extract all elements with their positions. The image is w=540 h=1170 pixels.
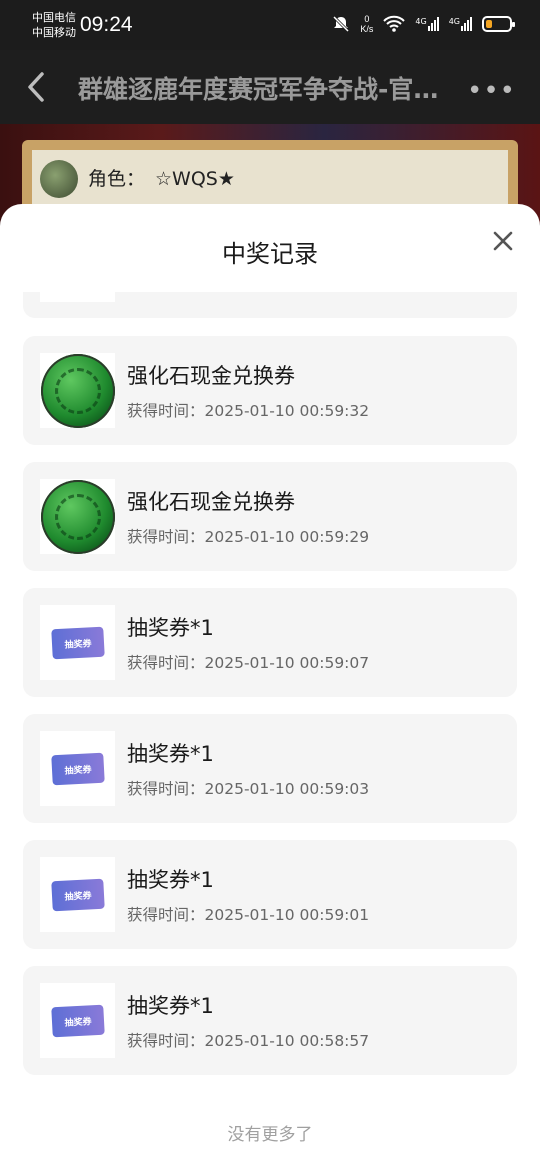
list-item-partial <box>23 292 517 318</box>
net-type-2: 4G <box>448 17 460 26</box>
wifi-icon <box>383 15 406 32</box>
list-item[interactable]: 强化石现金兑换券获得时间：2025-01-10 00:59:29 <box>23 462 517 571</box>
nav-bar: 群雄逐鹿年度赛冠军争夺战-官方直播间 ••• <box>0 50 540 124</box>
list-item[interactable]: 抽奖券 抽奖券*1 获得时间：2025-01-10 00:59:01 <box>23 840 517 949</box>
close-icon[interactable] <box>492 230 514 252</box>
lottery-ticket-icon: 抽奖券 <box>50 626 105 659</box>
prize-thumbnail: 抽奖券 <box>40 857 115 932</box>
role-label: 角色： <box>88 168 146 190</box>
net-type-1: 4G <box>415 17 427 26</box>
prize-name: 抽奖券*1 <box>127 868 214 892</box>
prize-name: 强化石现金兑换券 <box>127 490 295 514</box>
lottery-ticket-icon: 抽奖券 <box>50 878 105 911</box>
lottery-ticket-icon: 抽奖券 <box>50 752 105 785</box>
list-item[interactable]: 抽奖券 抽奖券*1 获得时间：2025-01-10 00:59:07 <box>23 588 517 697</box>
carrier-2: 中国移动 <box>32 26 76 39</box>
jade-dragon-icon <box>40 479 115 554</box>
prize-name: 抽奖券*1 <box>127 616 214 640</box>
prize-time: 获得时间：2025-01-10 00:59:29 <box>127 528 370 546</box>
battery-icon <box>482 16 515 32</box>
signal-2-icon: 4G <box>449 17 472 31</box>
list-item[interactable]: 抽奖券 抽奖券*1 获得时间：2025-01-10 00:58:57 <box>23 966 517 1075</box>
no-more-text: 没有更多了 <box>227 1125 313 1145</box>
prize-record-sheet: 中奖记录 强化石现金兑换券 获得时间：2025-01-10 00:59:32 强化石… <box>0 204 540 1170</box>
prize-name: 抽奖券*1 <box>127 742 214 766</box>
prize-time: 获得时间：2025-01-10 00:59:07 <box>127 654 370 672</box>
prize-thumbnail <box>40 479 115 554</box>
prize-list[interactable]: 强化石现金兑换券 获得时间：2025-01-10 00:59:32 强化石现金兑换券… <box>23 292 517 1092</box>
prize-name: 强化石现金兑换券 <box>127 364 295 388</box>
signal-1-icon: 4G <box>415 17 439 31</box>
back-arrow-icon[interactable] <box>22 70 52 104</box>
carrier-1: 中国电信 <box>32 11 76 24</box>
page-title: 群雄逐鹿年度赛冠军争夺战-官方直播间 <box>78 75 458 104</box>
prize-time: 获得时间：2025-01-10 00:59:32 <box>127 402 370 420</box>
list-item[interactable]: 抽奖券 抽奖券*1 获得时间：2025-01-10 00:59:03 <box>23 714 517 823</box>
net-speed-value: 0 <box>364 14 370 24</box>
sheet-title: 中奖记录 <box>222 240 318 268</box>
net-speed-unit: K/s <box>360 24 374 34</box>
prize-thumbnail: 抽奖券 <box>40 731 115 806</box>
prize-time: 获得时间：2025-01-10 00:58:57 <box>127 1032 370 1050</box>
prize-thumbnail: 抽奖券 <box>40 605 115 680</box>
role-info: 角色： ☆WQS★ <box>88 164 235 191</box>
avatar[interactable] <box>40 160 78 198</box>
prize-thumbnail: 抽奖券 <box>40 983 115 1058</box>
more-options-icon[interactable]: ••• <box>467 76 516 106</box>
clock: 09:24 <box>80 13 133 36</box>
status-bar: 中国电信 中国移动 09:24 0 K/s 4G 4G <box>0 0 540 50</box>
mute-bell-icon <box>333 15 350 33</box>
role-name: ☆WQS★ <box>155 168 235 190</box>
prize-name: 抽奖券*1 <box>127 994 214 1018</box>
prize-time: 获得时间：2025-01-10 00:59:03 <box>127 780 370 798</box>
lottery-ticket-icon: 抽奖券 <box>50 1004 105 1037</box>
carrier-info: 中国电信 中国移动 <box>32 10 76 40</box>
jade-dragon-icon <box>40 353 115 428</box>
list-item[interactable]: 强化石现金兑换券获得时间：2025-01-10 00:59:32 <box>23 336 517 445</box>
net-speed: 0 K/s <box>360 14 373 34</box>
prize-time: 获得时间：2025-01-10 00:59:01 <box>127 906 370 924</box>
status-icons: 0 K/s 4G 4G <box>332 14 515 34</box>
prize-thumbnail <box>40 353 115 428</box>
